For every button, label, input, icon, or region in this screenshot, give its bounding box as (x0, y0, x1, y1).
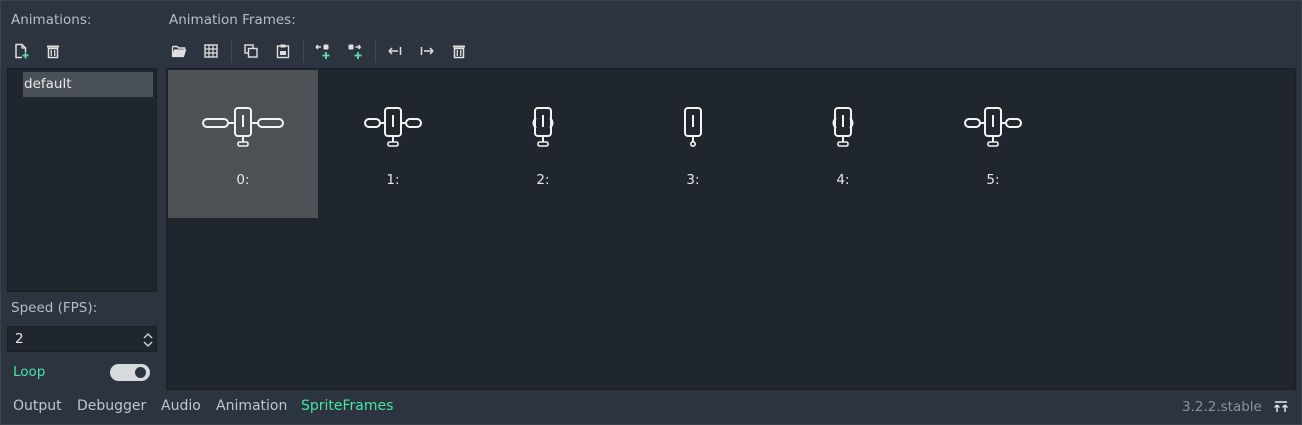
robot-sprite-icon (532, 107, 554, 147)
expand-bottom-panel-icon (1273, 401, 1289, 412)
bottom-tab-output[interactable]: Output (13, 398, 62, 414)
bottom-tab-audio[interactable]: Audio (161, 398, 201, 414)
bottom-tab-animation[interactable]: Animation (216, 398, 287, 414)
speed-value[interactable]: 2 (15, 331, 24, 347)
folder-open-icon (171, 45, 187, 58)
frame-tile[interactable]: 2: (468, 70, 618, 218)
toolbar-separator (303, 40, 304, 62)
frame-thumbnail (918, 98, 1068, 148)
robot-sprite-icon (684, 107, 702, 147)
loop-toggle[interactable] (110, 364, 150, 381)
speed-spinbox[interactable]: 2 (7, 326, 157, 352)
grid-icon (204, 44, 218, 58)
animations-list: default (7, 68, 157, 292)
move-frame-left-button[interactable] (384, 40, 406, 62)
new-animation-icon (15, 43, 29, 59)
toggle-knob (135, 367, 146, 378)
paste-frame-button[interactable] (272, 40, 294, 62)
frame-thumbnail (618, 98, 768, 148)
trash-icon (453, 45, 465, 59)
paste-icon (276, 44, 290, 59)
robot-sprite-icon (364, 107, 422, 147)
delete-animation-button[interactable] (42, 40, 64, 62)
version-label: 3.2.2.stable (1182, 399, 1262, 415)
frame-thumbnail (168, 98, 318, 148)
frame-index-label: 3: (686, 172, 700, 188)
move-frame-right-button[interactable] (416, 40, 438, 62)
move-left-icon (388, 47, 402, 55)
animation-frames-title: Animation Frames: (169, 12, 296, 28)
delete-frame-button[interactable] (448, 40, 470, 62)
bottom-tab-debugger[interactable]: Debugger (77, 398, 146, 414)
robot-sprite-icon (964, 107, 1022, 147)
frames-grid: 0: 1: 2: 3: 4: 5: (166, 68, 1296, 390)
trash-icon (47, 45, 59, 59)
frame-tile[interactable]: 0: (168, 70, 318, 218)
frame-index-label: 5: (986, 172, 1000, 188)
frame-thumbnail (468, 98, 618, 148)
speed-label: Speed (FPS): (11, 300, 98, 316)
loop-label: Loop (13, 364, 46, 380)
insert-before-button[interactable] (312, 40, 334, 62)
robot-sprite-icon (202, 107, 284, 147)
expand-bottom-panel-button[interactable] (1270, 396, 1292, 418)
frame-tile[interactable]: 1: (318, 70, 468, 218)
sprite-frames-editor: Animations: default Speed (FPS): 2 Loop … (0, 0, 1302, 425)
bottom-tab-spriteframes[interactable]: SpriteFrames (301, 398, 393, 414)
insert-after-icon (348, 44, 362, 59)
frame-tile[interactable]: 5: (918, 70, 1068, 218)
toolbar-separator (375, 40, 376, 62)
frame-thumbnail (318, 98, 468, 148)
frame-tile[interactable]: 3: (618, 70, 768, 218)
move-right-icon (420, 47, 434, 55)
robot-sprite-icon (832, 107, 854, 147)
insert-after-button[interactable] (344, 40, 366, 62)
frame-index-label: 1: (386, 172, 400, 188)
toolbar-separator (231, 40, 232, 62)
add-from-sheet-button[interactable] (200, 40, 222, 62)
spin-arrows-icon[interactable] (142, 332, 154, 348)
animation-item-default[interactable]: default (23, 72, 153, 97)
insert-before-icon (315, 44, 330, 59)
frame-tile[interactable]: 4: (768, 70, 918, 218)
frame-index-label: 2: (536, 172, 550, 188)
frame-index-label: 0: (236, 172, 250, 188)
frame-thumbnail (768, 98, 918, 148)
copy-frame-button[interactable] (240, 40, 262, 62)
copy-icon (244, 44, 258, 58)
frame-index-label: 4: (836, 172, 850, 188)
load-frames-button[interactable] (168, 40, 190, 62)
new-animation-button[interactable] (10, 40, 32, 62)
animations-title: Animations: (11, 12, 92, 28)
